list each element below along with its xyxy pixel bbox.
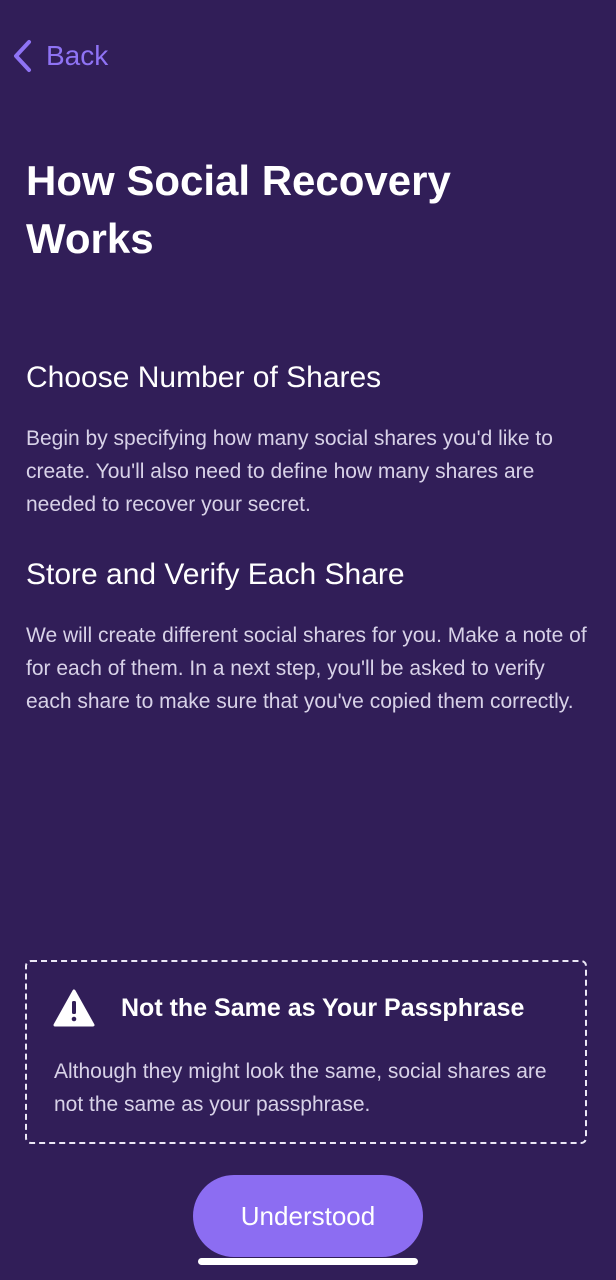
warning-triangle-icon bbox=[53, 989, 95, 1027]
understood-button[interactable]: Understood bbox=[193, 1175, 423, 1257]
back-label: Back bbox=[46, 40, 109, 71]
back-button[interactable]: Back bbox=[12, 36, 108, 76]
chevron-left-icon bbox=[14, 40, 31, 72]
section-body-store-verify: We will create different social shares f… bbox=[26, 624, 587, 713]
section-heading-choose-shares: Choose Number of Shares bbox=[26, 361, 382, 394]
social-recovery-info-screen: Back How Social Recovery Works Choose Nu… bbox=[0, 0, 616, 1280]
page-title: How Social Recovery Works bbox=[26, 157, 451, 262]
section-body-choose-shares: Begin by specifying how many social shar… bbox=[26, 427, 553, 516]
warning-body: Although they might look the same, socia… bbox=[54, 1060, 547, 1116]
home-indicator bbox=[198, 1258, 418, 1265]
warning-title: Not the Same as Your Passphrase bbox=[121, 994, 525, 1022]
section-heading-store-verify: Store and Verify Each Share bbox=[26, 558, 405, 591]
warning-notice: Not the Same as Your Passphrase Although… bbox=[25, 960, 587, 1144]
